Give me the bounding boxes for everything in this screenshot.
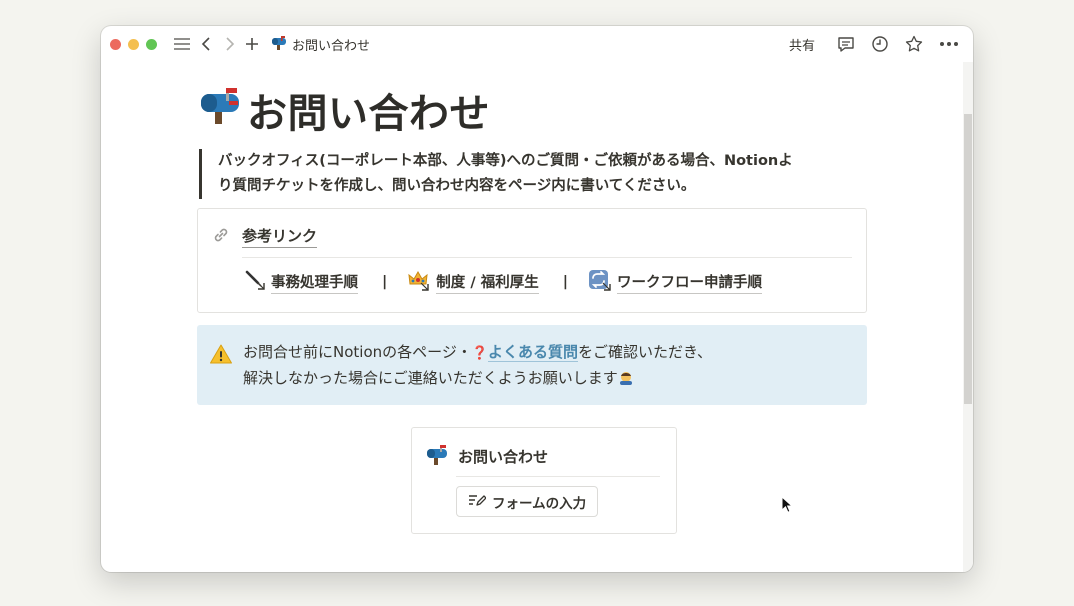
divider bbox=[242, 257, 852, 258]
intro-quote: バックオフィス(コーポレート本部、人事等)へのご質問・ご依頼がある場合、Noti… bbox=[199, 149, 839, 199]
mouse-pointer-icon bbox=[781, 495, 794, 518]
close-window-button[interactable] bbox=[110, 38, 121, 50]
reference-links-block: 参考リンク 事務処理手順 | 制度 / 福利厚生 | ワークフロー申請手順 bbox=[197, 208, 867, 313]
form-input-button-label: フォームの入力 bbox=[492, 495, 587, 512]
forward-arrow-icon[interactable] bbox=[223, 37, 235, 51]
faq-link[interactable]: よくある質問 bbox=[488, 343, 579, 362]
link-workflow-procedures[interactable]: ワークフロー申請手順 bbox=[588, 269, 762, 295]
callout-line-2-text: 解決しなかった場合にご連絡いただくようお願いします bbox=[243, 369, 618, 387]
title-bar: お問い合わせ 共有 bbox=[101, 26, 973, 62]
link-label: 事務処理手順 bbox=[271, 271, 358, 294]
window-controls bbox=[110, 38, 157, 50]
mailbox-icon bbox=[199, 85, 241, 135]
link-benefits[interactable]: 制度 / 福利厚生 bbox=[407, 269, 539, 295]
callout-line-1: お問合せ前にNotionの各ページ・❓よくある質問をご確認いただき、 bbox=[243, 340, 712, 366]
callout-line-1-suffix: をご確認いただき、 bbox=[578, 343, 712, 361]
mailbox-icon bbox=[271, 35, 287, 54]
callout-line-1-prefix: お問合せ前にNotionの各ページ・ bbox=[243, 343, 472, 361]
vertical-scrollbar[interactable] bbox=[963, 62, 973, 572]
link-label: 制度 / 福利厚生 bbox=[436, 271, 539, 294]
form-input-button[interactable]: フォームの入力 bbox=[456, 486, 599, 517]
crown-icon bbox=[407, 269, 431, 295]
callout-text: お問合せ前にNotionの各ページ・❓よくある質問をご確認いただき、 解決しなか… bbox=[243, 340, 712, 391]
link-separator: | bbox=[382, 274, 388, 290]
link-office-procedures[interactable]: 事務処理手順 bbox=[244, 269, 358, 295]
share-button[interactable]: 共有 bbox=[789, 35, 815, 54]
new-page-plus-icon[interactable] bbox=[245, 37, 259, 51]
pen-icon bbox=[244, 269, 266, 295]
zoom-window-button[interactable] bbox=[146, 38, 157, 50]
history-clock-icon[interactable] bbox=[871, 35, 889, 53]
comment-icon[interactable] bbox=[837, 36, 855, 53]
quote-line-1: バックオフィス(コーポレート本部、人事等)へのご質問・ご依頼がある場合、Noti… bbox=[218, 153, 793, 169]
favorite-star-icon[interactable] bbox=[905, 35, 923, 53]
link-separator: | bbox=[562, 274, 568, 290]
warning-icon bbox=[209, 343, 233, 369]
page-title: お問い合わせ bbox=[199, 84, 490, 137]
link-chain-icon bbox=[212, 226, 230, 248]
quote-line-2: り質問チケットを作成し、問い合わせ内容をページ内に書いてください。 bbox=[218, 178, 696, 194]
link-label: ワークフロー申請手順 bbox=[617, 271, 762, 294]
scrollbar-thumb[interactable] bbox=[964, 114, 972, 404]
callout-line-2: 解決しなかった場合にご連絡いただくようお願いします bbox=[243, 366, 712, 391]
reference-links-title[interactable]: 参考リンク bbox=[242, 225, 318, 248]
minimize-window-button[interactable] bbox=[128, 38, 139, 50]
notice-callout: お問合せ前にNotionの各ページ・❓よくある質問をご確認いただき、 解決しなか… bbox=[197, 325, 867, 405]
inquiry-form-card: お問い合わせ フォームの入力 bbox=[411, 427, 677, 534]
more-options-icon[interactable] bbox=[939, 41, 959, 47]
sidebar-menu-icon[interactable] bbox=[173, 37, 191, 51]
form-edit-icon bbox=[468, 493, 487, 511]
breadcrumb[interactable]: お問い合わせ bbox=[271, 35, 370, 54]
breadcrumb-label: お問い合わせ bbox=[292, 38, 371, 54]
question-mark-icon: ❓ bbox=[471, 346, 489, 361]
form-card-title: お問い合わせ bbox=[458, 448, 549, 466]
repeat-icon bbox=[588, 269, 612, 295]
page-title-text: お問い合わせ bbox=[247, 91, 490, 137]
bowing-person-icon bbox=[618, 369, 634, 387]
back-arrow-icon[interactable] bbox=[201, 37, 213, 51]
divider bbox=[456, 476, 660, 477]
reference-links-row: 事務処理手順 | 制度 / 福利厚生 | ワークフロー申請手順 bbox=[244, 269, 762, 295]
mailbox-icon bbox=[426, 444, 448, 469]
app-window: お問い合わせ 共有 お問い合わせ バックオフィス(コーポレート本部、人事等)への… bbox=[101, 26, 973, 572]
